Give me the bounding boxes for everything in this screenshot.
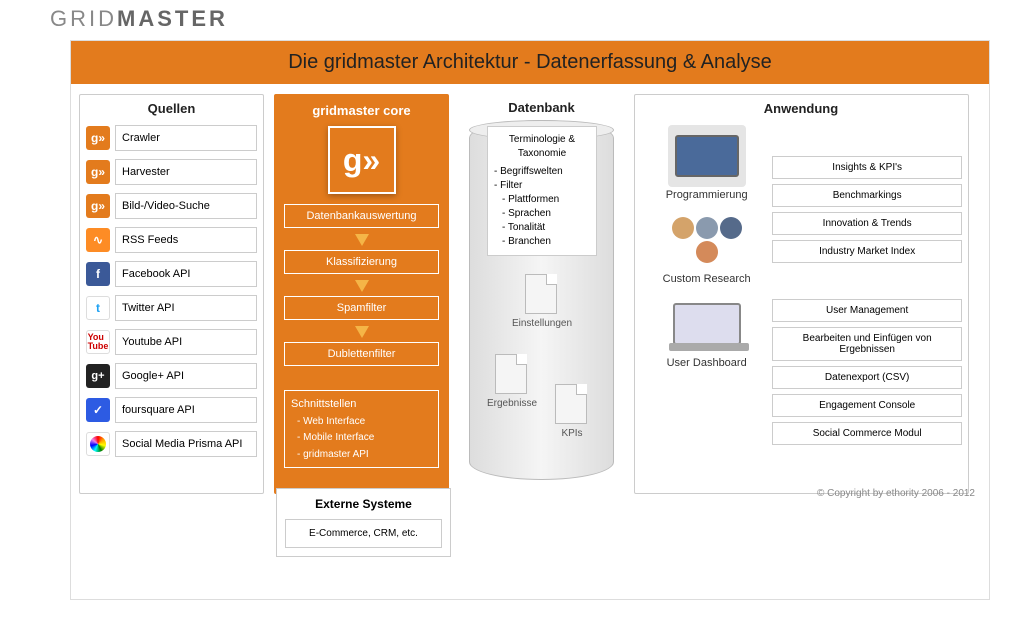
- source-crawler: g» Crawler: [86, 124, 257, 152]
- programming-label: Programmierung: [666, 189, 748, 201]
- source-label: Harvester: [115, 159, 257, 185]
- taxonomy-box: Terminologie & Taxonomie - Begriffswelte…: [487, 126, 597, 256]
- people-icon: [668, 209, 746, 271]
- settings-doc-icon: [525, 274, 557, 314]
- application-header: Anwendung: [641, 101, 961, 116]
- source-label: Crawler: [115, 125, 257, 151]
- arrow-down-icon: [355, 326, 369, 338]
- core-spam: Spamfilter: [284, 296, 439, 320]
- interface-item: - Mobile Interface: [291, 432, 374, 443]
- output-user-mgmt: User Management: [772, 299, 962, 322]
- source-label: Bild-/Video-Suche: [115, 193, 257, 219]
- core-logo-icon: g»: [328, 126, 396, 194]
- results-doc-icon: [495, 354, 527, 394]
- core-interfaces: Schnittstellen - Web Interface - Mobile …: [284, 390, 439, 468]
- application-right: Insights & KPI's Benchmarkings Innovatio…: [772, 121, 962, 487]
- output-market-index: Industry Market Index: [772, 240, 962, 263]
- brand-logo: GRIDMASTER: [50, 6, 228, 32]
- monitor-icon: [668, 125, 746, 187]
- arrow-down-icon: [355, 234, 369, 246]
- source-facebook: f Facebook API: [86, 260, 257, 288]
- core-classify: Klassifizierung: [284, 250, 439, 274]
- external-title: Externe Systeme: [285, 497, 442, 511]
- results-label: Ergebnisse: [477, 398, 547, 409]
- output-innovation: Innovation & Trends: [772, 212, 962, 235]
- rss-icon: ∿: [86, 228, 110, 252]
- source-harvester: g» Harvester: [86, 158, 257, 186]
- database-column: Datenbank Terminologie & Taxonomie - Beg…: [459, 94, 624, 494]
- sources-header: Quellen: [86, 101, 257, 116]
- application-left: Programmierung Custom Research User Dash…: [641, 121, 772, 487]
- source-label: Google+ API: [115, 363, 257, 389]
- source-label: Youtube API: [115, 329, 257, 355]
- database-header: Datenbank: [465, 100, 618, 115]
- output-commerce: Social Commerce Modul: [772, 422, 962, 445]
- source-label: Twitter API: [115, 295, 257, 321]
- copyright-text: © Copyright by ethority 2006 - 2012: [817, 488, 975, 499]
- settings-label: Einstellungen: [507, 318, 577, 329]
- source-label: RSS Feeds: [115, 227, 257, 253]
- source-bildvideo: g» Bild-/Video-Suche: [86, 192, 257, 220]
- gridmaster-icon: g»: [86, 126, 110, 150]
- columns-row: Quellen g» Crawler g» Harvester g» Bild-…: [71, 84, 989, 502]
- taxonomy-title: Terminologie & Taxonomie: [494, 133, 590, 161]
- interfaces-title: Schnittstellen: [291, 398, 356, 410]
- taxonomy-item: - Tonalität: [494, 221, 590, 235]
- external-content: E-Commerce, CRM, etc.: [285, 519, 442, 548]
- source-prisma: Social Media Prisma API: [86, 430, 257, 458]
- brand-part2: MASTER: [117, 6, 228, 31]
- kpis-label: KPIs: [537, 428, 607, 439]
- output-export: Datenexport (CSV): [772, 366, 962, 389]
- foursquare-icon: ✓: [86, 398, 110, 422]
- prisma-icon: [86, 432, 110, 456]
- source-label: foursquare API: [115, 397, 257, 423]
- diagram-title: Die gridmaster Architektur - Datenerfass…: [71, 41, 989, 84]
- core-column: gridmaster core g» Datenbankauswertung K…: [274, 94, 449, 494]
- core-header: gridmaster core: [312, 103, 410, 118]
- taxonomy-item: - Begriffswelten: [494, 165, 590, 179]
- brand-part1: GRID: [50, 6, 117, 31]
- arrow-down-icon: [355, 280, 369, 292]
- kpis-doc-icon: [555, 384, 587, 424]
- googleplus-icon: g+: [86, 364, 110, 388]
- output-editing: Bearbeiten und Einfügen von Ergebnissen: [772, 327, 962, 361]
- gridmaster-icon: g»: [86, 160, 110, 184]
- sources-column: Quellen g» Crawler g» Harvester g» Bild-…: [79, 94, 264, 494]
- custom-research-block: Custom Research: [663, 209, 751, 285]
- interface-item: - Web Interface: [291, 416, 365, 427]
- source-googleplus: g+ Google+ API: [86, 362, 257, 390]
- source-youtube: YouTube Youtube API: [86, 328, 257, 356]
- output-insights: Insights & KPI's: [772, 156, 962, 179]
- custom-research-label: Custom Research: [663, 273, 751, 285]
- programming-block: Programmierung: [666, 125, 748, 201]
- external-systems-box: Externe Systeme E-Commerce, CRM, etc.: [276, 488, 451, 557]
- source-label: Social Media Prisma API: [115, 431, 257, 457]
- user-dashboard-label: User Dashboard: [667, 357, 747, 369]
- output-engagement: Engagement Console: [772, 394, 962, 417]
- facebook-icon: f: [86, 262, 110, 286]
- taxonomy-item: - Plattformen: [494, 193, 590, 207]
- taxonomy-item: - Sprachen: [494, 207, 590, 221]
- taxonomy-item: - Branchen: [494, 235, 590, 249]
- taxonomy-item: - Filter: [494, 179, 590, 193]
- gridmaster-icon: g»: [86, 194, 110, 218]
- user-dashboard-block: User Dashboard: [667, 293, 747, 369]
- source-foursquare: ✓ foursquare API: [86, 396, 257, 424]
- interface-item: - gridmaster API: [291, 449, 369, 460]
- diagram-container: Die gridmaster Architektur - Datenerfass…: [70, 40, 990, 600]
- youtube-icon: YouTube: [86, 330, 110, 354]
- output-benchmarkings: Benchmarkings: [772, 184, 962, 207]
- source-rss: ∿ RSS Feeds: [86, 226, 257, 254]
- application-column: Anwendung Programmierung Custom Research…: [634, 94, 969, 494]
- laptop-icon: [668, 293, 746, 355]
- source-label: Facebook API: [115, 261, 257, 287]
- source-twitter: t Twitter API: [86, 294, 257, 322]
- core-dublette: Dublettenfilter: [284, 342, 439, 366]
- core-db-eval: Datenbankauswertung: [284, 204, 439, 228]
- twitter-icon: t: [86, 296, 110, 320]
